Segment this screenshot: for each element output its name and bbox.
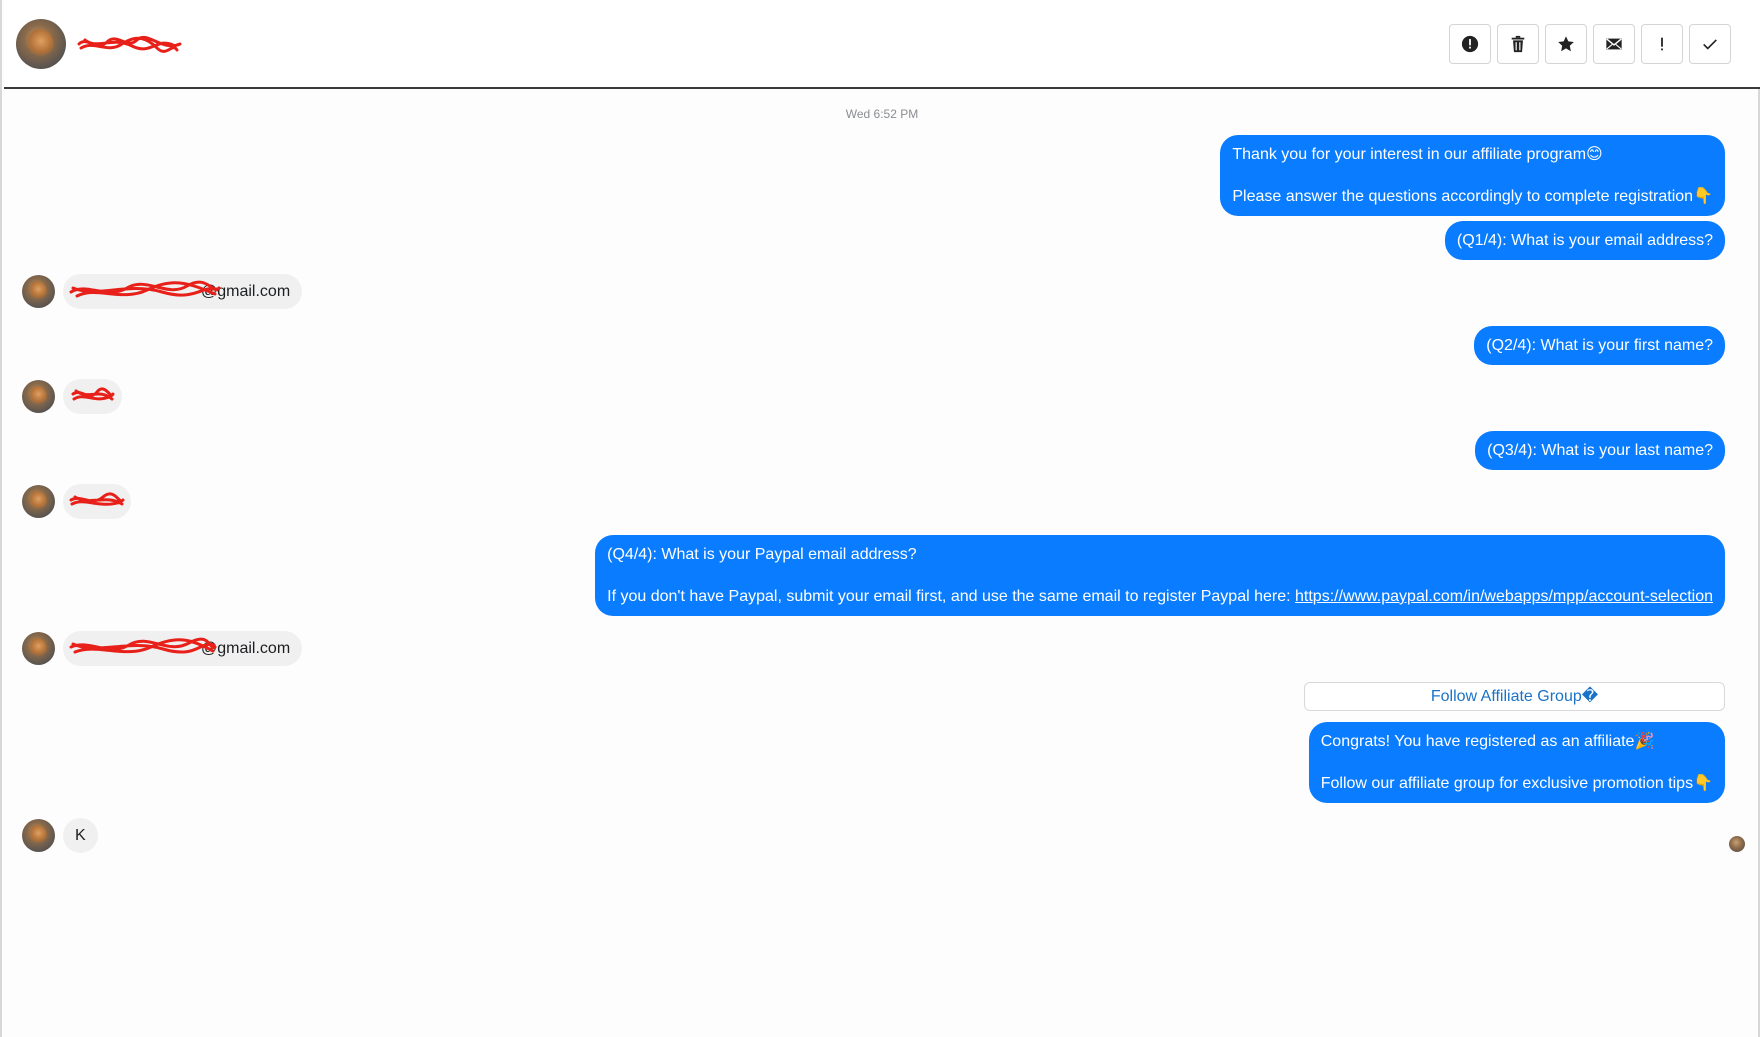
outgoing-message: (Q3/4): What is your last name? [1475, 431, 1725, 470]
message-text: K [75, 827, 86, 844]
seen-indicator-avatar [1729, 836, 1745, 852]
paypal-link[interactable]: https://www.paypal.com/in/webapps/mpp/ac… [1295, 588, 1713, 605]
email-redaction [69, 280, 221, 298]
message-text: @gmail.com [201, 640, 291, 657]
message-text: Please answer the questions accordingly … [1232, 188, 1713, 205]
alert-circle-icon [1461, 35, 1479, 53]
contact-avatar-small [22, 380, 55, 413]
paypal-email-redaction [69, 637, 217, 654]
mark-done-button[interactable] [1689, 24, 1731, 64]
incoming-message: @gmail.com [63, 631, 303, 666]
message-text: If you don't have Paypal, submit your em… [607, 586, 1713, 607]
message-text: (Q3/4): What is your last name? [1487, 442, 1713, 459]
message-text: Congrats! You have registered as an affi… [1320, 733, 1655, 750]
incoming-message-row: K [22, 818, 98, 853]
incoming-message-row [22, 379, 122, 414]
last-name-redaction [69, 492, 125, 506]
message-text: (Q4/4): What is your Paypal email addres… [607, 546, 917, 563]
conversation-header [4, 0, 1760, 89]
outgoing-message: (Q4/4): What is your Paypal email addres… [595, 535, 1725, 616]
report-button[interactable] [1449, 24, 1491, 64]
contact-avatar-small [22, 632, 55, 665]
envelope-icon [1606, 38, 1622, 50]
star-button[interactable] [1545, 24, 1587, 64]
contact-avatar[interactable] [16, 19, 66, 69]
thread-timestamp: Wed 6:52 PM [845, 107, 919, 121]
outgoing-message: Thank you for your interest in our affil… [1220, 135, 1725, 216]
check-icon [1703, 39, 1717, 50]
contact-avatar-small [22, 275, 55, 308]
contact-name-redacted [77, 36, 182, 53]
messenger-window: Wed 6:52 PM Thank you for your interest … [0, 0, 1760, 1037]
outgoing-message: Congrats! You have registered as an affi… [1308, 722, 1725, 803]
follow-affiliate-group-button[interactable]: Follow Affiliate Group� [1304, 682, 1725, 711]
incoming-message: @gmail.com [63, 274, 303, 309]
incoming-message-row [22, 484, 131, 519]
incoming-message: K [63, 818, 98, 853]
message-text: Follow our affiliate group for exclusive… [1320, 775, 1713, 792]
contact-avatar-small [22, 819, 55, 852]
star-icon [1558, 36, 1574, 52]
message-text-prefix: If you don't have Paypal, submit your em… [607, 588, 1295, 605]
incoming-message-row: @gmail.com [22, 631, 303, 666]
trash-icon [1511, 35, 1525, 53]
first-name-redaction [71, 387, 115, 401]
priority-button[interactable] [1641, 24, 1683, 64]
contact-avatar-small [22, 485, 55, 518]
message-text: (Q2/4): What is your first name? [1486, 337, 1713, 354]
message-text: Thank you for your interest in our affil… [1232, 146, 1603, 163]
outgoing-message: (Q2/4): What is your first name? [1474, 326, 1725, 365]
incoming-message-row: @gmail.com [22, 274, 303, 309]
toolbar [1449, 24, 1731, 64]
outgoing-message: (Q1/4): What is your email address? [1444, 221, 1725, 260]
exclamation-icon [1661, 37, 1663, 51]
message-text: (Q1/4): What is your email address? [1456, 232, 1713, 249]
mark-unread-button[interactable] [1593, 24, 1635, 64]
delete-button[interactable] [1497, 24, 1539, 64]
incoming-message [63, 379, 122, 414]
incoming-message [63, 484, 131, 519]
message-text: @gmail.com [201, 283, 291, 300]
